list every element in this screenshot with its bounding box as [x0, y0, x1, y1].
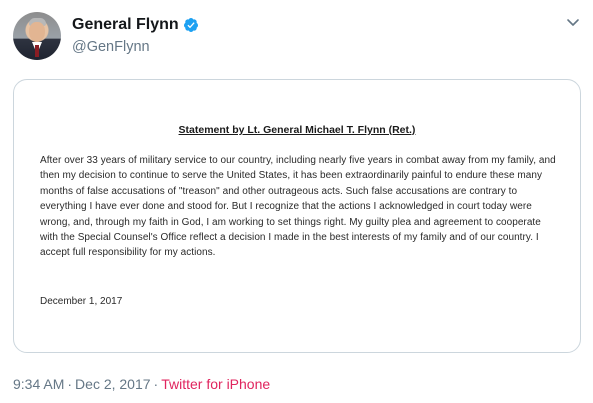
display-name[interactable]: General Flynn [72, 16, 179, 34]
author-name-row[interactable]: General Flynn [72, 16, 199, 34]
user-handle[interactable]: @GenFlynn [72, 38, 150, 56]
tweet-media-image[interactable]: Statement by Lt. General Michael T. Flyn… [13, 79, 581, 353]
tweet-source-link[interactable]: Twitter for iPhone [161, 376, 270, 392]
tweet-time[interactable]: 9:34 AM [13, 376, 64, 392]
meta-separator: · [153, 376, 159, 392]
avatar-tie [35, 45, 39, 57]
statement-title: Statement by Lt. General Michael T. Flyn… [178, 124, 416, 136]
statement-date: December 1, 2017 [40, 296, 123, 307]
tweet-date[interactable]: Dec 2, 2017 [75, 376, 151, 392]
tweet-metadata: 9:34 AM · Dec 2, 2017 · Twitter for iPhone [13, 375, 270, 393]
chevron-down-icon[interactable] [565, 14, 581, 30]
verified-badge-icon [183, 18, 198, 32]
meta-separator: · [67, 376, 73, 392]
statement-body: After over 33 years of military service … [40, 155, 556, 259]
avatar[interactable] [13, 12, 61, 60]
avatar-face [29, 22, 45, 42]
